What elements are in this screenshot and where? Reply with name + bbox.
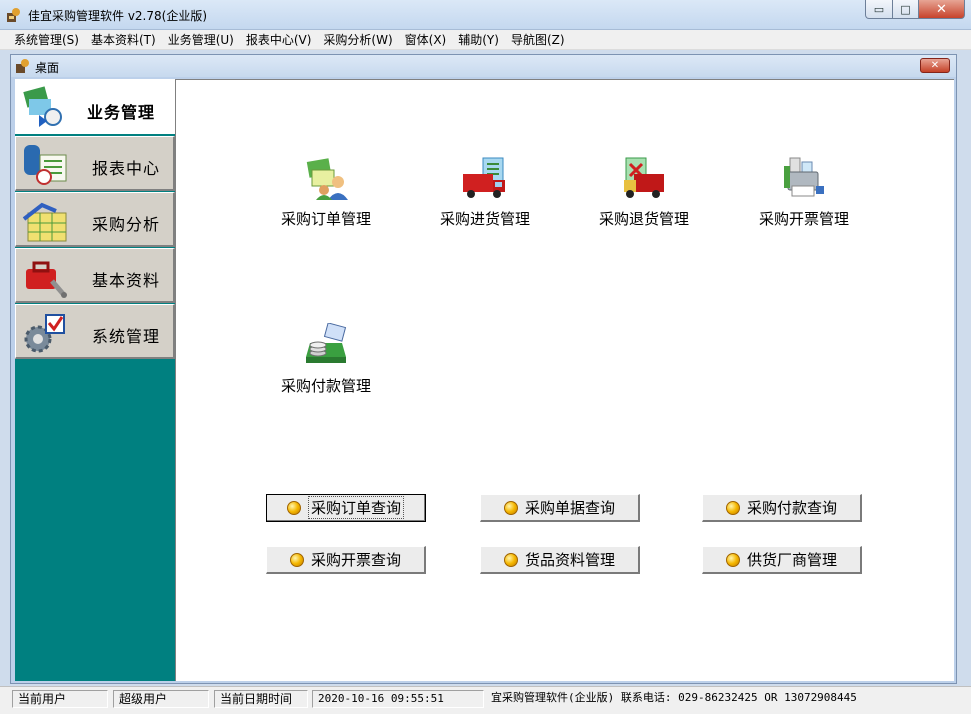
close-button[interactable]: ✕ — [919, 0, 965, 19]
desktop-title-bar[interactable]: 桌面 ✕ — [11, 55, 956, 77]
sidebar-item-basic-data[interactable]: 基本资料 — [15, 248, 175, 303]
status-info: 宜采购管理软件(企业版) 联系电话: 029-86232425 OR 13072… — [491, 691, 857, 704]
tile-purchase-payment[interactable]: 采购付款管理 — [266, 323, 386, 403]
toolbox-icon — [26, 261, 67, 298]
bullet-icon — [286, 500, 301, 515]
sidebar-item-reports[interactable]: 报表中心 — [15, 136, 175, 191]
tile-purchase-inbound[interactable]: 采购进货管理 — [425, 156, 545, 236]
truck-return-icon — [624, 157, 664, 198]
business-icon — [23, 86, 62, 127]
menu-system[interactable]: 系统管理(S) — [8, 31, 85, 49]
purchase-order-query-button[interactable]: 采购订单查询 — [266, 494, 426, 522]
menu-navigator[interactable]: 导航图(Z) — [505, 31, 571, 49]
sidebar-item-business[interactable]: 业务管理 — [15, 79, 177, 134]
window-title: 佳宜采购管理软件 v2.78(企业版) — [28, 9, 207, 23]
goods-data-button[interactable]: 货品资料管理 — [480, 546, 640, 574]
supplier-management-button[interactable]: 供货厂商管理 — [702, 546, 862, 574]
menu-basic-data[interactable]: 基本资料(T) — [85, 31, 162, 49]
menu-help[interactable]: 辅助(Y) — [452, 31, 505, 49]
bullet-icon — [289, 552, 304, 567]
payment-coins-icon — [306, 323, 347, 363]
menu-window[interactable]: 窗体(X) — [399, 31, 453, 49]
status-user-value: 超级用户 — [113, 690, 209, 708]
tile-label: 采购订单管理 — [280, 210, 371, 228]
sidebar-item-system[interactable]: 系统管理 — [15, 304, 175, 359]
invoice-printer-icon — [784, 157, 824, 197]
status-datetime-label: 当前日期时间 — [214, 690, 308, 708]
desktop-close-button[interactable]: ✕ — [920, 58, 950, 73]
tile-label: 采购进货管理 — [439, 210, 530, 228]
report-icon — [24, 145, 67, 185]
purchase-document-query-button[interactable]: 采购单据查询 — [480, 494, 640, 522]
tile-purchase-order[interactable]: 采购订单管理 — [266, 156, 386, 236]
truck-inbound-icon — [463, 157, 505, 198]
desktop-window: 桌面 ✕ 业务管理 报表中心 采购分析 基本资料 系统管理 采购订单管理 采购进… — [10, 54, 957, 684]
sidebar-item-label: 业务管理 — [87, 103, 156, 122]
app-logo-icon — [7, 8, 20, 22]
analysis-icon — [22, 202, 67, 242]
menu-business[interactable]: 业务管理(U) — [162, 31, 240, 49]
tile-purchase-invoice[interactable]: 采购开票管理 — [744, 156, 864, 236]
sidebar-item-label: 报表中心 — [92, 159, 161, 178]
bullet-icon — [503, 552, 518, 567]
status-bar: 当前用户 超级用户 当前日期时间 2020-10-16 09:55:51 宜采购… — [0, 686, 971, 714]
bullet-icon — [725, 500, 740, 515]
bullet-icon — [503, 500, 518, 515]
menu-analysis[interactable]: 采购分析(W) — [317, 31, 398, 49]
sidebar-item-label: 采购分析 — [92, 215, 161, 234]
desktop-title: 桌面 — [35, 61, 60, 75]
menu-bar: 系统管理(S) 基本资料(T) 业务管理(U) 报表中心(V) 采购分析(W) … — [0, 30, 971, 50]
sidebar-item-analysis[interactable]: 采购分析 — [15, 192, 175, 247]
minimize-button[interactable]: ▭ — [865, 0, 893, 19]
desktop-icon — [16, 59, 29, 73]
purchase-invoice-query-button[interactable]: 采购开票查询 — [266, 546, 426, 574]
menu-reports[interactable]: 报表中心(V) — [240, 31, 318, 49]
status-user-label: 当前用户 — [12, 690, 108, 708]
sidebar: 业务管理 报表中心 采购分析 基本资料 系统管理 — [15, 79, 177, 681]
tile-label: 采购开票管理 — [758, 210, 849, 228]
sidebar-item-label: 基本资料 — [92, 271, 161, 290]
purchase-payment-query-button[interactable]: 采购付款查询 — [702, 494, 862, 522]
maximize-button[interactable]: □ — [893, 0, 919, 19]
purchase-order-icon — [306, 158, 348, 200]
sidebar-item-label: 系统管理 — [92, 327, 161, 346]
title-bar[interactable]: 佳宜采购管理软件 v2.78(企业版) ▭ □ ✕ — [0, 0, 971, 30]
tile-label: 采购退货管理 — [598, 210, 689, 228]
settings-icon — [24, 314, 65, 353]
tile-label: 采购付款管理 — [280, 377, 371, 395]
tile-purchase-return[interactable]: 采购退货管理 — [584, 156, 704, 236]
status-datetime-value: 2020-10-16 09:55:51 — [312, 690, 484, 708]
main-panel: 采购订单管理 采购进货管理 采购退货管理 采购开票管理 采购付款管理 采购订单查… — [175, 79, 954, 681]
bullet-icon — [725, 552, 740, 567]
